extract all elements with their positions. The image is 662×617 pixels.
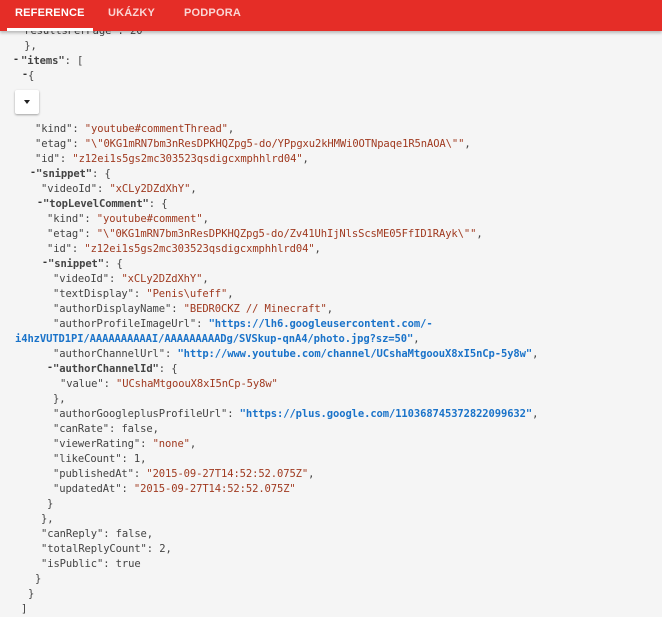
json-line: "viewerRating": "none",: [53, 438, 197, 450]
json-line: }: [35, 573, 42, 585]
json-line: },: [18, 40, 37, 52]
google-plus-profile-link[interactable]: "https://plus.google.com/110368745372822…: [240, 408, 533, 420]
json-line: "authorChannelUrl": "http://www.youtube.…: [53, 348, 539, 360]
tab-label: UKÁZKY: [108, 7, 156, 19]
json-line: "canReply": false,: [41, 528, 154, 540]
json-line: "value": "UCshaMtgoouX8xI5nCp-5y8w": [60, 378, 278, 390]
json-line: "snippet": {: [36, 168, 111, 180]
json-line: "kind": "youtube#comment",: [47, 213, 209, 225]
json-line: "videoId": "xCLy2DZdXhY",: [53, 273, 209, 285]
author-channel-link[interactable]: "http://www.youtube.com/channel/UCshaMtg…: [177, 348, 532, 360]
json-line: "snippet": {: [48, 258, 123, 270]
json-line: "textDisplay": "Penis\ufeff",: [53, 288, 234, 300]
json-line: },: [53, 393, 66, 405]
tab-label: REFERENCE: [15, 7, 85, 19]
expand-dropdown-button[interactable]: [15, 90, 39, 114]
json-line: "publishedAt": "2015-09-27T14:52:52.075Z…: [53, 468, 315, 480]
json-line: "authorDisplayName": "BEDR0CKZ // Minecr…: [53, 303, 334, 315]
json-line: }: [28, 588, 35, 600]
tab-reference[interactable]: REFERENCE: [7, 0, 93, 31]
json-line: "likeCount": 1,: [53, 453, 147, 465]
json-line: {: [28, 70, 35, 82]
json-line: "etag": "\"0KG1mRN7bm3nResDPKHQZpg5-do/Z…: [47, 228, 483, 240]
json-line: ]: [21, 603, 28, 615]
tab-ukazky[interactable]: UKÁZKY: [108, 0, 155, 31]
caret-down-icon: [24, 100, 30, 104]
json-line: "videoId": "xCLy2DZdXhY",: [41, 183, 197, 195]
minus-toggle-icon[interactable]: -: [13, 54, 19, 65]
json-line: "authorProfileImageUrl": "https://lh6.go…: [53, 318, 433, 330]
json-line: "id": "z12ei1s5gs2mc303523qsdigcxmphhlrd…: [47, 243, 321, 255]
json-line: "id": "z12ei1s5gs2mc303523qsdigcxmphhlrd…: [35, 153, 309, 165]
json-line: "updatedAt": "2015-09-27T14:52:52.075Z": [53, 483, 296, 495]
json-line: i4hzVUTD1PI/AAAAAAAAAAI/AAAAAAAAADg/SVSk…: [15, 333, 420, 345]
json-response-viewer: "resultsPerPage": 20 }, - "items": [ - {…: [0, 0, 662, 616]
json-line: "kind": "youtube#commentThread",: [35, 123, 235, 135]
json-line: "authorChannelId": {: [53, 363, 178, 375]
author-profile-image-link[interactable]: "https://lh6.googleusercontent.com/-: [209, 318, 433, 330]
active-tab-indicator: [7, 28, 93, 31]
json-line: "canRate": false,: [53, 423, 159, 435]
json-line: "isPublic": true: [41, 558, 141, 570]
author-profile-image-link[interactable]: i4hzVUTD1PI/AAAAAAAAAAI/AAAAAAAAADg/SVSk…: [15, 333, 413, 345]
tab-label: PODPORA: [184, 7, 242, 19]
json-line: "topLevelComment": {: [43, 198, 168, 210]
json-line: "totalReplyCount": 2,: [41, 543, 172, 555]
json-line: "items": [: [21, 55, 84, 67]
json-line: },: [41, 513, 54, 525]
tab-podpora[interactable]: PODPORA: [184, 0, 241, 31]
json-line: "authorGoogleplusProfileUrl": "https://p…: [53, 408, 539, 420]
json-line: "etag": "\"0KG1mRN7bm3nResDPKHQZpg5-do/Y…: [35, 138, 471, 150]
top-nav-bar: REFERENCE UKÁZKY PODPORA: [0, 0, 662, 31]
json-line: }: [47, 498, 54, 510]
